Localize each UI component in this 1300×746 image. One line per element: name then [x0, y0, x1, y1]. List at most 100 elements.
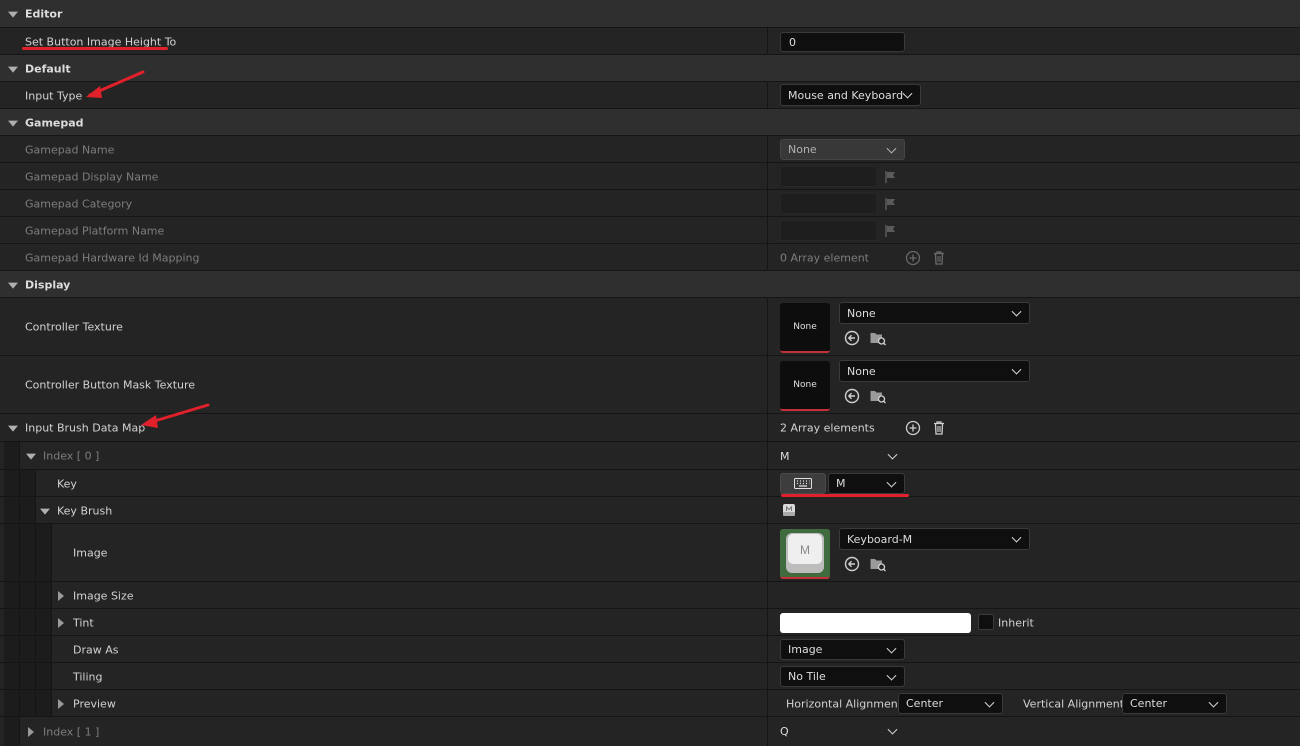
- chevron-down-icon: [886, 477, 897, 488]
- row-gamepad-hw-mapping: Gamepad Hardware Id Mapping 0 Array elem…: [0, 244, 1300, 271]
- svg-text:M: M: [800, 543, 810, 557]
- row-preview[interactable]: Preview Horizontal Alignment Center Vert…: [0, 690, 1300, 717]
- brush-preview-icon: [783, 504, 795, 516]
- gamepad-hw-mapping-label: Gamepad Hardware Id Mapping: [25, 251, 200, 264]
- row-set-button-height: Set Button Image Height To 0: [0, 28, 1300, 55]
- section-gamepad-title: Gamepad: [25, 116, 84, 129]
- row-key: Key M: [0, 470, 1300, 497]
- browse-folder-icon[interactable]: [869, 555, 887, 573]
- chevron-down-icon: [1011, 532, 1022, 543]
- row-index-0[interactable]: Index [ 0 ] M: [0, 442, 1300, 470]
- annotation-underline: [22, 47, 168, 50]
- row-image: Image M Keyboard-M: [0, 524, 1300, 582]
- flag-icon[interactable]: [884, 224, 898, 238]
- row-key-brush[interactable]: Key Brush: [0, 497, 1300, 524]
- input-type-dropdown[interactable]: Mouse and Keyboard: [780, 84, 921, 106]
- texture-thumbnail[interactable]: None: [780, 303, 830, 353]
- use-selected-icon[interactable]: [843, 329, 861, 347]
- details-panel: Editor Set Button Image Height To 0 Defa…: [0, 0, 1300, 746]
- gamepad-platform-name-field[interactable]: [780, 220, 877, 241]
- flag-icon[interactable]: [884, 197, 898, 211]
- browse-folder-icon[interactable]: [869, 387, 887, 405]
- add-element-icon[interactable]: [904, 249, 922, 267]
- v-align-dropdown[interactable]: Center: [1122, 693, 1227, 714]
- preview-label: Preview: [73, 697, 116, 710]
- image-label: Image: [73, 546, 108, 560]
- h-align-label: Horizontal Alignment: [786, 697, 903, 710]
- row-input-type: Input Type Mouse and Keyboard: [0, 82, 1300, 109]
- trash-icon[interactable]: [930, 419, 948, 437]
- inherit-checkbox[interactable]: [978, 614, 994, 630]
- key-brush-label: Key Brush: [57, 504, 113, 517]
- section-default[interactable]: Default: [0, 55, 1300, 82]
- use-selected-icon[interactable]: [843, 387, 861, 405]
- row-image-size[interactable]: Image Size: [0, 582, 1300, 609]
- gamepad-display-name-label: Gamepad Display Name: [25, 170, 159, 183]
- section-editor-title: Editor: [25, 7, 63, 21]
- expand-icon: [28, 726, 34, 737]
- section-display-title: Display: [25, 278, 71, 291]
- chevron-down-icon: [887, 449, 898, 460]
- chevron-down-icon: [886, 643, 897, 654]
- controller-texture-dropdown[interactable]: None: [839, 302, 1030, 324]
- chevron-down-icon: [984, 697, 995, 708]
- annotation-arrow: [86, 70, 145, 98]
- image-dropdown[interactable]: Keyboard-M: [839, 528, 1030, 550]
- set-button-height-input[interactable]: 0: [780, 32, 905, 52]
- brush-map-label: Input Brush Data Map: [25, 421, 146, 435]
- key-dropdown[interactable]: M: [828, 473, 905, 494]
- image-thumbnail[interactable]: M: [780, 529, 830, 579]
- index-0-key-dropdown[interactable]: M: [780, 445, 905, 467]
- tiling-label: Tiling: [73, 670, 103, 683]
- draw-as-label: Draw As: [73, 643, 119, 656]
- draw-as-dropdown[interactable]: Image: [780, 639, 905, 660]
- section-display[interactable]: Display: [0, 271, 1300, 298]
- inherit-label: Inherit: [998, 616, 1034, 629]
- keyboard-m-key-image: M: [780, 529, 830, 577]
- mask-texture-dropdown[interactable]: None: [839, 360, 1030, 382]
- chevron-down-icon: [886, 670, 897, 681]
- chevron-down-icon: [1011, 306, 1022, 317]
- keyboard-selector-button[interactable]: [780, 473, 826, 494]
- trash-icon[interactable]: [930, 249, 948, 267]
- v-align-label: Vertical Alignment: [1023, 697, 1125, 710]
- row-gamepad-display-name: Gamepad Display Name: [0, 163, 1300, 190]
- gamepad-platform-name-label: Gamepad Platform Name: [25, 224, 165, 237]
- index-1-label: Index [ 1 ]: [43, 725, 100, 738]
- section-editor[interactable]: Editor: [0, 0, 1300, 28]
- input-type-label: Input Type: [25, 89, 83, 102]
- keyboard-icon: [794, 478, 812, 489]
- use-selected-icon[interactable]: [843, 555, 861, 573]
- collapse-icon: [8, 425, 18, 432]
- row-tiling: Tiling No Tile: [0, 663, 1300, 690]
- browse-folder-icon[interactable]: [869, 329, 887, 347]
- flag-icon[interactable]: [884, 170, 898, 184]
- collapse-icon: [8, 66, 18, 73]
- chevron-down-icon: [887, 724, 898, 735]
- gamepad-name-label: Gamepad Name: [25, 143, 115, 156]
- index-1-key-dropdown[interactable]: Q: [780, 720, 905, 742]
- expand-icon: [58, 617, 64, 628]
- collapse-icon: [8, 282, 18, 289]
- chevron-down-icon: [1011, 364, 1022, 375]
- gamepad-category-label: Gamepad Category: [25, 197, 133, 210]
- chevron-down-icon: [1208, 697, 1219, 708]
- tint-label: Tint: [73, 616, 94, 629]
- gamepad-display-name-field[interactable]: [780, 166, 877, 187]
- texture-thumbnail[interactable]: None: [780, 361, 830, 411]
- h-align-dropdown[interactable]: Center: [898, 693, 1003, 714]
- add-element-icon[interactable]: [904, 419, 922, 437]
- chevron-down-icon: [886, 143, 897, 154]
- gamepad-name-dropdown[interactable]: None: [780, 139, 905, 160]
- row-gamepad-name: Gamepad Name None: [0, 136, 1300, 163]
- gamepad-category-field[interactable]: [780, 193, 877, 214]
- tiling-dropdown[interactable]: No Tile: [780, 666, 905, 687]
- chevron-down-icon: [902, 88, 913, 99]
- section-gamepad[interactable]: Gamepad: [0, 109, 1300, 136]
- row-tint[interactable]: Tint Inherit: [0, 609, 1300, 636]
- annotation-arrow: [141, 403, 210, 428]
- tint-color-swatch[interactable]: [780, 613, 971, 633]
- controller-texture-label: Controller Texture: [25, 320, 123, 334]
- row-index-1[interactable]: Index [ 1 ] Q: [0, 717, 1300, 746]
- image-size-label: Image Size: [73, 589, 134, 602]
